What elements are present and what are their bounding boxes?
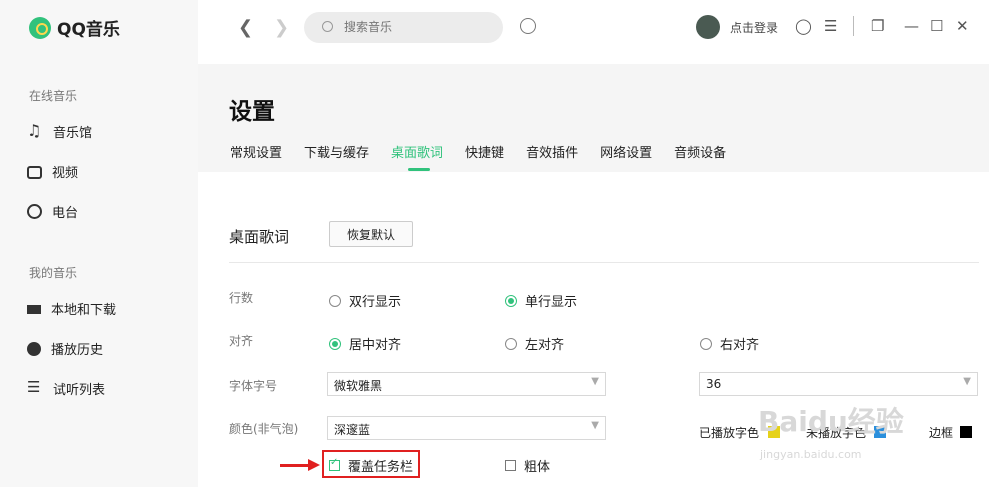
radio-label: 双行显示	[349, 295, 402, 310]
radio-label: 居中对齐	[349, 338, 402, 353]
checkbox-label: 粗体	[524, 460, 551, 475]
annotation-arrow-head	[308, 459, 320, 471]
divider	[853, 16, 854, 36]
sidebar-item-radio[interactable]: 电台	[27, 202, 78, 221]
sidebar-item-playlist[interactable]: 试听列表	[27, 378, 106, 399]
sidebar-item-history[interactable]: 播放历史	[27, 339, 103, 358]
radio-circle-selected	[505, 294, 517, 307]
chevron-down-icon: ▼	[591, 420, 599, 431]
mic-icon[interactable]	[520, 18, 536, 34]
watermark: Baidu经验	[758, 405, 904, 438]
color-label: 颜色(非气泡)	[229, 422, 299, 436]
avatar[interactable]	[696, 15, 720, 39]
font-label: 字体字号	[229, 379, 278, 393]
select-value: 微软雅黑	[334, 379, 383, 393]
tab-general[interactable]: 常规设置	[230, 142, 282, 161]
tab-download-cache[interactable]: 下载与缓存	[304, 142, 369, 161]
tab-audio-device[interactable]: 音频设备	[674, 142, 726, 161]
minimize-icon[interactable]: —	[904, 17, 919, 35]
section-title: 桌面歌词	[229, 228, 290, 246]
sidebar-item-label: 视频	[52, 166, 79, 181]
radio-circle	[700, 337, 712, 350]
divider	[229, 262, 979, 263]
radio-single-line[interactable]: 单行显示	[505, 291, 577, 310]
settings-tabs: 常规设置 下载与缓存 桌面歌词 快捷键 音效插件 网络设置 音频设备	[230, 142, 748, 171]
sidebar-item-label: 试听列表	[53, 383, 106, 398]
radio-label: 右对齐	[720, 338, 760, 353]
radio-align-right[interactable]: 右对齐	[700, 334, 759, 353]
select-value: 深邃蓝	[334, 423, 371, 437]
app-name: QQ音乐	[57, 20, 120, 40]
close-icon[interactable]: ✕	[956, 17, 969, 35]
reset-default-button[interactable]: 恢复默认	[329, 221, 413, 247]
tab-shortcuts[interactable]: 快捷键	[465, 142, 504, 161]
login-link[interactable]: 点击登录	[730, 19, 778, 36]
playlist-icon	[27, 378, 43, 397]
app-logo[interactable]: QQ音乐	[29, 15, 120, 40]
menu-icon[interactable]: ☰	[824, 17, 837, 35]
settings-header: 设置 常规设置 下载与缓存 桌面歌词 快捷键 音效插件 网络设置 音频设备	[198, 64, 989, 172]
sidebar-item-label: 电台	[52, 206, 79, 221]
online-music-title: 在线音乐	[29, 89, 78, 103]
music-note-icon	[27, 121, 43, 140]
bold-checkbox[interactable]: 粗体	[505, 456, 550, 475]
tab-desktop-lyrics[interactable]: 桌面歌词	[391, 142, 443, 171]
sidebar-item-label: 播放历史	[51, 343, 104, 358]
maximize-icon[interactable]: ☐	[930, 17, 943, 35]
align-label: 对齐	[229, 334, 254, 348]
color-scheme-select[interactable]: 深邃蓝 ▼	[327, 416, 606, 440]
sidebar-item-label: 本地和下载	[51, 303, 117, 318]
sidebar-item-video[interactable]: 视频	[27, 162, 78, 181]
watermark-url: jingyan.baidu.com	[760, 448, 862, 461]
forward-icon[interactable]: ❯	[274, 17, 289, 38]
tab-network[interactable]: 网络设置	[600, 142, 652, 161]
border-label: 边框	[929, 426, 954, 440]
radio-icon	[27, 204, 42, 219]
checkbox-unchecked	[505, 460, 516, 471]
page-title: 设置	[229, 99, 275, 125]
sidebar: QQ音乐 在线音乐 音乐馆 视频 电台 我的音乐 本地和下载 播放历史 试听列表	[0, 0, 198, 487]
radio-circle	[329, 294, 341, 307]
radio-label: 单行显示	[525, 295, 578, 310]
history-icon	[27, 341, 41, 356]
sidebar-item-music-hall[interactable]: 音乐馆	[27, 121, 93, 142]
font-size-select[interactable]: 36 ▼	[699, 372, 978, 396]
qq-music-logo-icon	[29, 16, 51, 39]
radio-circle-selected	[329, 337, 341, 350]
back-icon[interactable]: ❮	[238, 17, 253, 38]
top-bar: ❮ ❯ 点击登录 ◯ ☰ ❐ — ☐ ✕	[198, 0, 989, 64]
video-icon	[27, 166, 42, 179]
mini-mode-icon[interactable]: ❐	[871, 17, 884, 35]
tab-audio-plugins[interactable]: 音效插件	[526, 142, 578, 161]
radio-align-left[interactable]: 左对齐	[505, 334, 564, 353]
search-input[interactable]	[342, 19, 486, 35]
radio-double-line[interactable]: 双行显示	[329, 291, 401, 310]
radio-label: 左对齐	[525, 338, 565, 353]
played-color-label: 已播放字色	[699, 426, 760, 440]
skin-icon[interactable]: ◯	[795, 17, 812, 35]
radio-align-center[interactable]: 居中对齐	[329, 334, 401, 353]
sidebar-item-local-download[interactable]: 本地和下载	[27, 299, 116, 318]
rows-label: 行数	[229, 291, 254, 305]
select-value: 36	[706, 377, 722, 391]
font-family-select[interactable]: 微软雅黑 ▼	[327, 372, 606, 396]
search-box[interactable]	[304, 12, 503, 43]
monitor-icon	[27, 304, 41, 314]
search-icon	[322, 21, 333, 32]
border-color-swatch[interactable]	[960, 426, 972, 438]
radio-circle	[505, 337, 517, 350]
annotation-highlight-box	[322, 450, 420, 478]
chevron-down-icon: ▼	[591, 376, 599, 387]
my-music-title: 我的音乐	[29, 266, 78, 280]
chevron-down-icon: ▼	[963, 376, 971, 387]
annotation-arrow	[280, 464, 310, 467]
sidebar-item-label: 音乐馆	[53, 126, 93, 141]
